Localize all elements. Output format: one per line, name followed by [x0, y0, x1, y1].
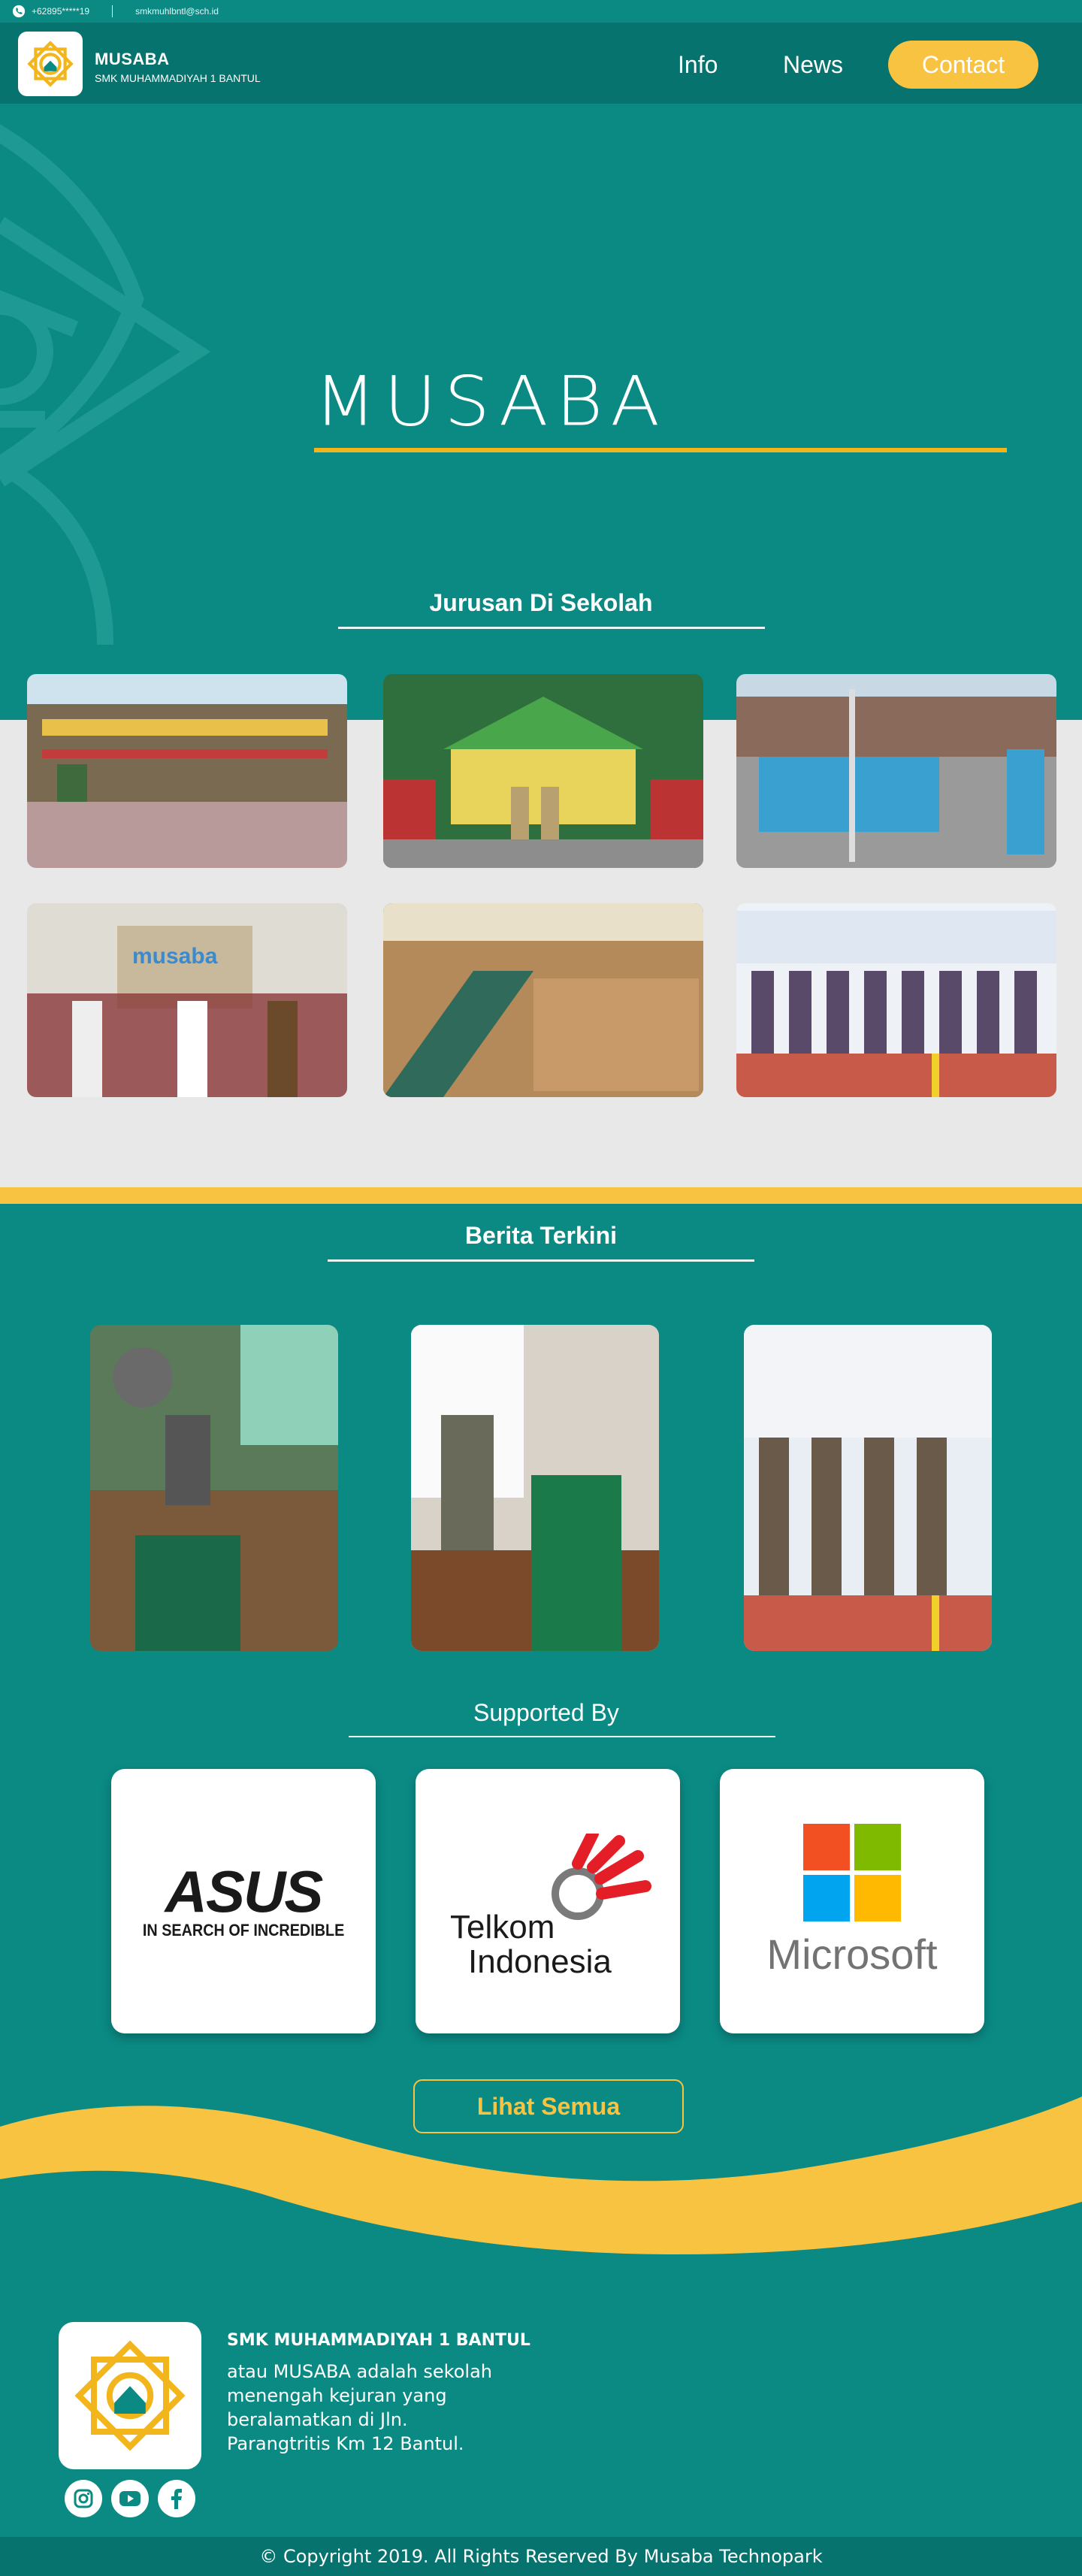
footer-description: atau MUSABA adalah sekolah menengah keju… [227, 2361, 492, 2454]
hero-title: MUSABA [314, 361, 668, 442]
divider [112, 5, 113, 17]
brand-subtitle: SMK MUHAMMADIYAH 1 BANTUL [95, 72, 261, 84]
school-building-photo[interactable] [27, 674, 347, 868]
prayer-photo[interactable] [383, 903, 703, 1097]
brand-name: MUSABA [95, 50, 170, 68]
copyright-text: © Copyright 2019. All Rights Reserved By… [259, 2546, 823, 2567]
microsoft-wordmark: Microsoft [766, 1930, 938, 1978]
footer-logo [59, 2322, 201, 2469]
phone-icon [12, 5, 26, 18]
brand-text: MUSABA SMK MUHAMMADIYAH 1 BANTUL [95, 50, 261, 84]
youtube-link[interactable] [111, 2480, 149, 2517]
asus-logo-icon: ASUS [165, 1858, 324, 1924]
muhammadiyah-logo-icon [74, 2340, 186, 2451]
navbar: MUSABA SMK MUHAMMADIYAH 1 BANTUL Info Ne… [0, 23, 1082, 104]
phone-contact[interactable]: +62895*****19 [12, 5, 89, 18]
phone-number: +62895*****19 [32, 6, 90, 17]
telkom-line2: Indonesia [468, 1943, 612, 1980]
news-title: Berita Terkini [464, 1222, 618, 1249]
instagram-icon [74, 2489, 93, 2508]
brand-logo[interactable] [18, 32, 83, 96]
asus-tagline: IN SEARCH OF INCREDIBLE [142, 1921, 345, 1940]
svg-text:musaba: musaba [132, 944, 218, 969]
instagram-link[interactable] [65, 2480, 102, 2517]
musaba-office-photo[interactable]: musaba [27, 903, 347, 1097]
copyright-bar: © Copyright 2019. All Rights Reserved By… [0, 2537, 1082, 2576]
telkom-line1: Telkom [450, 1909, 555, 1946]
supported-underline [349, 1736, 775, 1737]
microsoft-logo-icon [803, 1824, 901, 1921]
group-photo[interactable] [736, 903, 1056, 1097]
school-gate-photo[interactable] [383, 674, 703, 868]
supported-title: Supported By [473, 1699, 619, 1726]
jurusan-underline [338, 627, 765, 629]
nav-news-link[interactable]: News [783, 51, 843, 79]
ornament-watermark-icon [0, 124, 211, 645]
facebook-link[interactable] [158, 2480, 195, 2517]
nav-contact-button[interactable]: Contact [888, 41, 1038, 89]
telkom-logo-icon [552, 1834, 651, 1920]
muhammadiyah-logo-icon [27, 41, 74, 87]
lihat-semua-button[interactable]: Lihat Semua [413, 2079, 684, 2133]
jurusan-title: Jurusan Di Sekolah [429, 589, 653, 616]
news-underline [328, 1259, 754, 1262]
youtube-icon [119, 2491, 141, 2506]
sponsor-asus[interactable]: ASUS IN SEARCH OF INCREDIBLE [111, 1769, 376, 2033]
footer-school-name: SMK MUHAMMADIYAH 1 BANTUL [227, 2331, 530, 2350]
news-card-2[interactable] [411, 1325, 659, 1651]
section-divider-stripe [0, 1187, 1082, 1204]
email-address[interactable]: smkmuhlbntl@sch.id [135, 6, 219, 17]
news-card-3[interactable] [744, 1325, 992, 1651]
top-info-bar: +62895*****19 smkmuhlbntl@sch.id [0, 0, 1082, 23]
facebook-icon [171, 2489, 182, 2509]
sponsor-microsoft[interactable]: Microsoft [720, 1769, 984, 2033]
hero-underline [314, 448, 1007, 452]
news-card-1[interactable] [90, 1325, 338, 1651]
nav-info-link[interactable]: Info [678, 51, 718, 79]
ceremony-photo[interactable] [736, 674, 1056, 868]
sponsor-telkom[interactable]: Telkom Indonesia [416, 1769, 680, 2033]
